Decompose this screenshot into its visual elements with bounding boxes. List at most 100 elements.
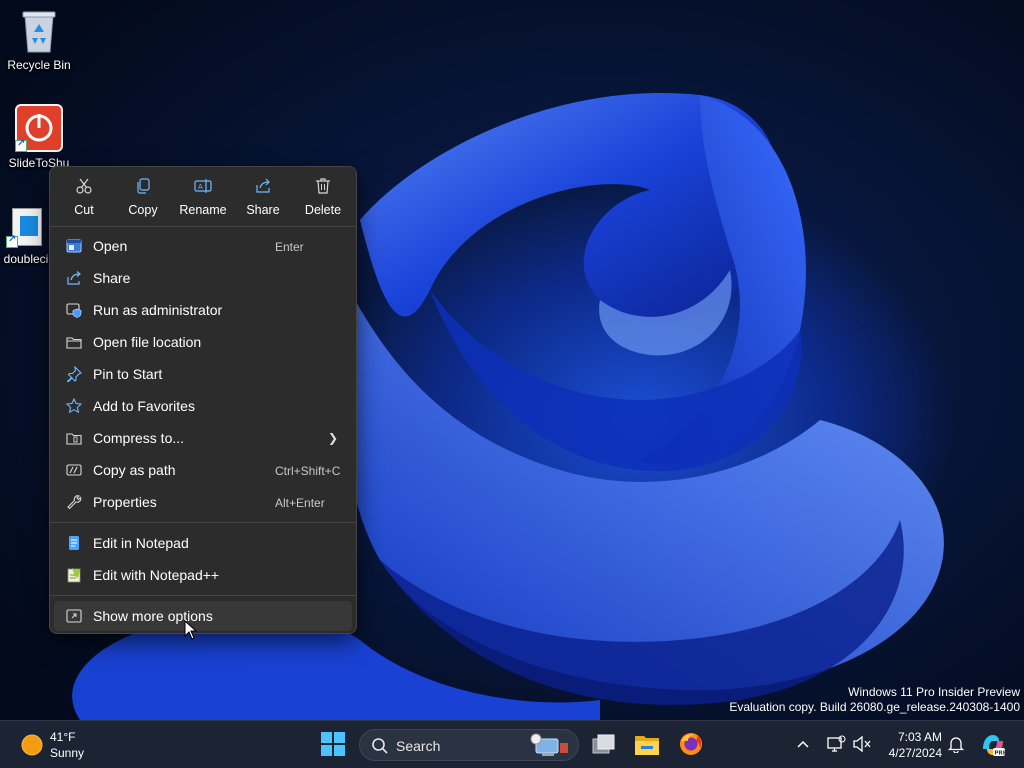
start-button[interactable] — [320, 731, 348, 759]
wrench-icon — [67, 495, 82, 510]
share-icon — [256, 178, 270, 193]
windows-logo-icon — [321, 732, 345, 756]
menu-item-copy-as-path[interactable]: Copy as path Ctrl+Shift+C — [54, 455, 352, 485]
menu-item-label: Open — [93, 238, 128, 254]
rename-icon: A — [194, 179, 212, 193]
svg-text:A: A — [198, 183, 203, 191]
weather-condition: Sunny — [50, 746, 85, 760]
menu-item-shortcut: Enter — [275, 240, 304, 254]
menu-item-label: Run as administrator — [93, 302, 223, 318]
star-icon — [66, 398, 82, 414]
desktop-icon-recycle-bin[interactable]: Recycle Bin — [1, 8, 77, 72]
watermark-line-2: Evaluation copy. Build 26080.ge_release.… — [729, 700, 1020, 714]
menu-item-shortcut: Alt+Enter — [275, 496, 325, 510]
firefox-icon — [680, 733, 702, 755]
menu-item-show-more-options[interactable]: Show more options — [54, 601, 352, 631]
menu-item-properties[interactable]: Properties Alt+Enter — [54, 487, 352, 517]
zip-icon — [66, 433, 82, 445]
share-icon — [67, 271, 81, 285]
menu-item-compress-to[interactable]: Compress to... ❯ — [54, 423, 352, 453]
clock[interactable]: 7:03 AM 4/27/2024 — [876, 729, 942, 761]
power-shortcut-icon — [15, 104, 63, 152]
more-options-icon — [66, 609, 82, 623]
notepadpp-icon — [67, 568, 81, 583]
sun-icon — [21, 734, 43, 756]
show-hidden-icons-button[interactable] — [796, 737, 814, 753]
search-highlight-icon — [530, 733, 568, 756]
shortcut-arrow-icon — [15, 138, 27, 152]
network-icon — [827, 735, 846, 752]
delete-button[interactable]: Delete — [293, 177, 353, 217]
taskbar: 41°F Sunny Search 7:03 AM 4/27/2024 PRE — [0, 720, 1024, 768]
menu-item-edit-with-notepadpp[interactable]: Edit with Notepad++ — [54, 560, 352, 590]
delete-label: Delete — [304, 203, 342, 217]
menu-item-label: Edit in Notepad — [93, 535, 189, 551]
menu-item-label: Pin to Start — [93, 366, 163, 382]
clock-date: 4/27/2024 — [888, 746, 942, 760]
copy-button[interactable]: Copy — [113, 177, 173, 217]
menu-item-open-file-location[interactable]: Open file location — [54, 327, 352, 357]
share-label: Share — [246, 203, 280, 217]
menu-item-label: Add to Favorites — [93, 398, 195, 414]
svg-text:PRE: PRE — [995, 751, 1007, 757]
bell-icon — [947, 737, 965, 754]
copilot-icon: PRE — [983, 735, 1007, 757]
menu-item-shortcut: Ctrl+Shift+C — [275, 464, 341, 478]
weather-temp: 41°F — [50, 730, 76, 744]
copy-label: Copy — [128, 203, 158, 217]
menu-item-open[interactable]: Open Enter — [54, 231, 352, 261]
rename-button[interactable]: A Rename — [173, 177, 233, 217]
menu-item-label: Open file location — [93, 334, 202, 350]
desktop-icon-slidetoshutdown[interactable]: SlideToShu — [1, 104, 77, 170]
open-icon — [66, 239, 82, 253]
path-icon — [66, 464, 82, 476]
menu-item-add-to-favorites[interactable]: Add to Favorites — [54, 391, 352, 421]
menu-separator — [50, 522, 356, 523]
mouse-cursor-icon — [184, 620, 198, 640]
share-button[interactable]: Share — [233, 177, 293, 217]
weather-widget[interactable]: 41°F Sunny — [12, 729, 102, 761]
menu-item-label: Edit with Notepad++ — [93, 567, 220, 583]
rename-label: Rename — [179, 203, 227, 217]
shield-icon — [66, 303, 82, 318]
menu-item-run-as-administrator[interactable]: Run as administrator — [54, 295, 352, 325]
delete-icon — [316, 178, 330, 194]
chevron-up-icon — [797, 740, 809, 748]
copilot-button[interactable]: PRE — [979, 731, 1007, 759]
clock-time: 7:03 AM — [897, 730, 942, 744]
taskbar-search[interactable]: Search — [359, 729, 579, 761]
search-icon — [372, 738, 388, 754]
notepad-icon — [69, 536, 79, 550]
network-status-button[interactable] — [826, 735, 846, 755]
shortcut-arrow-icon — [6, 234, 18, 248]
menu-separator — [50, 595, 356, 596]
pin-icon — [66, 366, 82, 382]
folder-icon — [66, 337, 82, 349]
chevron-right-icon: ❯ — [327, 431, 338, 445]
recycle-bin-icon — [22, 11, 56, 53]
file-shortcut-icon — [6, 208, 46, 248]
menu-item-label: Compress to... — [93, 430, 185, 446]
search-label: Search — [396, 738, 441, 754]
task-view-icon — [592, 734, 615, 754]
cut-label: Cut — [74, 203, 94, 217]
volume-button[interactable] — [852, 735, 872, 755]
cut-button[interactable]: Cut — [54, 177, 114, 217]
file-explorer-icon — [635, 736, 659, 755]
menu-separator — [50, 226, 356, 227]
menu-item-label: Share — [93, 270, 131, 286]
menu-item-pin-to-start[interactable]: Pin to Start — [54, 359, 352, 389]
task-view-button[interactable] — [590, 731, 618, 759]
file-explorer-button[interactable] — [633, 731, 661, 759]
copy-icon — [137, 178, 150, 194]
menu-item-label: Copy as path — [93, 462, 176, 478]
menu-item-edit-in-notepad[interactable]: Edit in Notepad — [54, 528, 352, 558]
cut-icon — [76, 178, 92, 194]
quick-actions-bar: Cut Copy A Rename Share Delete — [50, 167, 356, 225]
notifications-button[interactable] — [947, 735, 967, 755]
context-menu: Cut Copy A Rename Share Delete Open Ente… — [49, 166, 357, 634]
desktop-icon-label: Recycle Bin — [7, 58, 71, 72]
volume-muted-icon — [853, 735, 871, 753]
firefox-button[interactable] — [678, 731, 706, 759]
menu-item-share[interactable]: Share — [54, 263, 352, 293]
